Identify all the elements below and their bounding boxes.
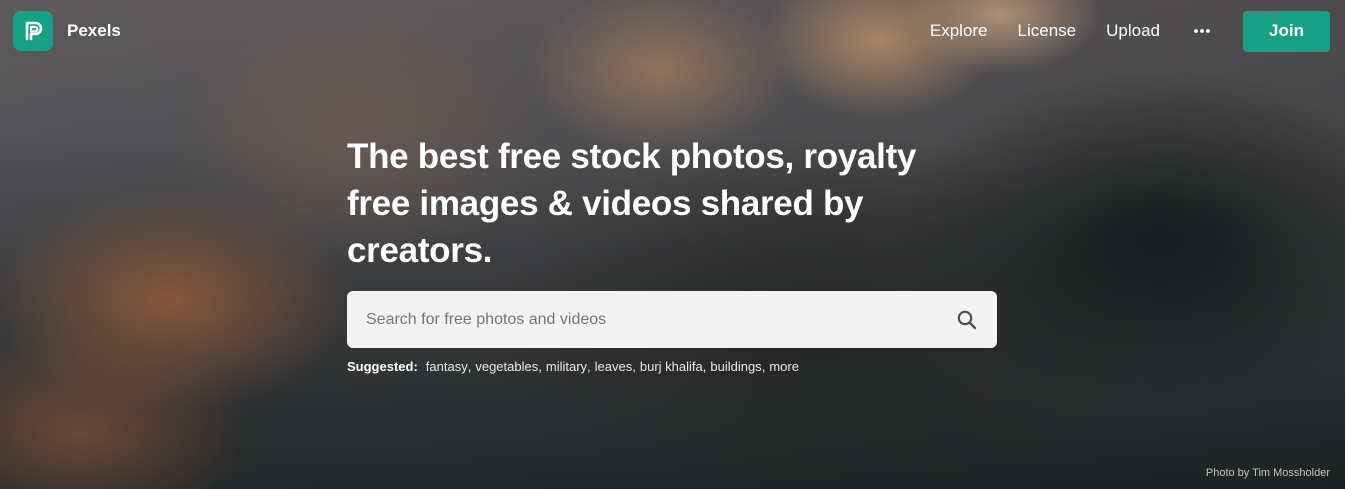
suggestion-separator: , [467,359,472,374]
suggestion-link[interactable]: military [546,359,587,374]
suggestion-link[interactable]: vegetables [475,359,538,374]
top-navigation: Pexels Explore License Upload Join [0,0,1345,64]
home-logo-link[interactable]: Pexels [13,11,121,51]
suggestion-separator: , [587,359,591,374]
main-navigation: Explore License Upload Join [930,9,1330,53]
search-icon [957,310,977,329]
search-button[interactable] [953,306,981,334]
search-bar [347,291,997,348]
join-button[interactable]: Join [1243,10,1330,52]
suggested-label: Suggested: [347,359,418,374]
nav-license[interactable]: License [1018,9,1077,53]
nav-explore[interactable]: Explore [930,9,988,53]
suggestion-separator: , [761,359,766,374]
search-input[interactable] [364,309,953,330]
hero-background: Pexels Explore License Upload Join The b… [0,0,1345,489]
hero-headline: The best free stock photos, royalty free… [347,137,917,270]
more-menu-button[interactable] [1190,19,1214,43]
nav-upload[interactable]: Upload [1106,9,1160,53]
suggestion-separator: , [702,359,707,374]
suggestion-more-link[interactable]: more [769,359,799,374]
suggestion-link[interactable]: burj khalifa [640,359,703,374]
suggestion-separator: , [538,359,542,374]
hero-content: The best free stock photos, royalty free… [347,133,997,374]
photo-credit: Photo by Tim Mossholder [1205,467,1330,479]
pexels-logo-icon [13,11,53,51]
suggestion-link[interactable]: leaves [595,359,633,374]
suggestion-separator: , [632,359,636,374]
brand-name: Pexels [67,21,121,40]
suggestion-link[interactable]: fantasy [426,359,468,374]
suggestion-link[interactable]: buildings [710,359,761,374]
suggested-searches: Suggested: fantasy, vegetables, military… [347,359,997,374]
more-horizontal-icon [1194,29,1210,33]
